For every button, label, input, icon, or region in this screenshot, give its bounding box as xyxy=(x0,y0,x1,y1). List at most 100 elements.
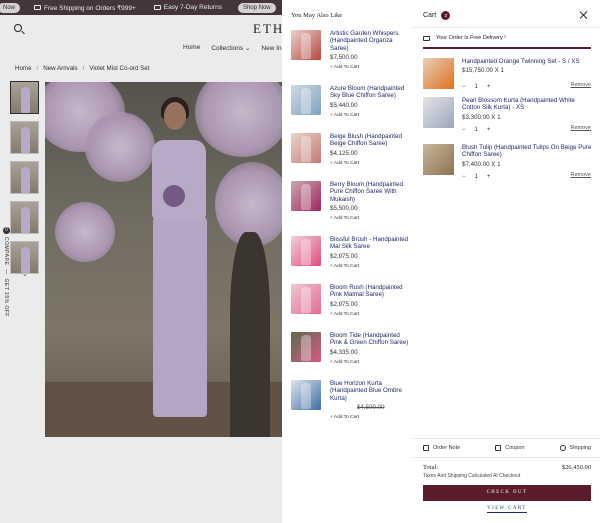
recommendation-price: $5,500.00 xyxy=(330,205,410,212)
cart-item-info: Handpainted Orange Twinning Set - S / XS… xyxy=(462,58,592,74)
recommendation-current-price: $4,335.00 xyxy=(330,348,358,356)
cart-item-image[interactable] xyxy=(423,97,454,128)
recommendation-price: $2,975.00 xyxy=(330,301,410,308)
add-to-cart-button[interactable]: + Add To Cart xyxy=(330,216,410,221)
add-to-cart-button[interactable]: + Add To Cart xyxy=(330,312,410,317)
quantity-value[interactable]: 1 xyxy=(475,127,478,133)
cart-item-info: Blush Tulip (Handpainted Tulips On Beige… xyxy=(462,144,592,168)
recommendation-price: $4,335.00 xyxy=(330,349,410,356)
free-delivery-progress-fill xyxy=(423,47,591,49)
cart-item-price-qty: $7,400.00 X 1 xyxy=(462,160,501,168)
recommendation-current-price: $4,125.00 xyxy=(330,149,358,157)
remove-item-link[interactable]: Remove xyxy=(571,172,591,178)
cart-title: Cart xyxy=(423,12,437,19)
recommendation-info: Berry Bloom (Handpainted Pure Chiffon Sa… xyxy=(330,181,410,221)
decrease-qty-button[interactable]: − xyxy=(462,127,466,133)
recommendation-info: Beige Blush (Handpainted Beige Chiffon S… xyxy=(330,133,410,166)
add-to-cart-button[interactable]: + Add To Cart xyxy=(330,360,410,365)
total-value: $26,450.00 xyxy=(561,464,591,471)
cart-drawer: Cart 3 Your Order Is Free Delivery ! Han… xyxy=(413,0,600,523)
recommendation-price: $4,500.00 xyxy=(330,404,410,411)
cart-total: Total: $26,450.00 xyxy=(423,464,591,471)
shipping-button[interactable]: Shipping xyxy=(559,445,591,451)
cart-header: Cart 3 xyxy=(423,11,451,20)
recommendation-name[interactable]: Beige Blush (Handpainted Beige Chiffon S… xyxy=(330,133,410,148)
cart-divider xyxy=(413,27,600,28)
checkout-button[interactable]: CHECK OUT xyxy=(423,485,591,501)
increase-qty-button[interactable]: + xyxy=(487,127,491,133)
recommendation-current-price: $5,500.00 xyxy=(330,204,358,212)
recommendation-image[interactable] xyxy=(291,133,321,163)
shipping-icon xyxy=(559,445,566,451)
coupon-icon xyxy=(495,445,502,451)
quantity-stepper: − 1 + xyxy=(462,174,490,180)
free-delivery-progress xyxy=(423,47,591,49)
recommendation-image[interactable] xyxy=(291,332,321,362)
view-cart-link[interactable]: VIEW CART xyxy=(423,506,591,513)
increase-qty-button[interactable]: + xyxy=(487,84,491,90)
coupon-button[interactable]: Coupon xyxy=(495,445,525,451)
recommendation-name[interactable]: Bloom Tide (Handpainted Pink & Green Chi… xyxy=(330,332,410,347)
total-label: Total: xyxy=(423,464,439,471)
cart-line-item: Handpainted Orange Twinning Set - S / XS… xyxy=(423,58,593,98)
recommendation-name[interactable]: Artistic Garden Whispers (Handpainted Or… xyxy=(330,30,410,52)
cart-item-name[interactable]: Pearl Blossom Kurta (Handpainted White C… xyxy=(462,97,592,112)
cart-line-item: Blush Tulip (Handpainted Tulips On Beige… xyxy=(423,144,593,184)
free-delivery-text: Your Order Is Free Delivery ! xyxy=(436,35,506,41)
recommendation-info: Bloom Tide (Handpainted Pink & Green Chi… xyxy=(330,332,410,365)
recommendation-info: Azure Bloom (Handpainted Sky Blue Chiffo… xyxy=(330,85,410,118)
cart-divider xyxy=(413,438,600,439)
recommendation-info: Blissful Brush - Handpainted Mal Silk Sa… xyxy=(330,236,410,269)
cart-item-image[interactable] xyxy=(423,144,454,175)
remove-item-link[interactable]: Remove xyxy=(571,82,591,88)
cart-count-badge: 3 xyxy=(441,11,451,20)
recommendation-name[interactable]: Blue Horizon Kurta (Handpainted Blue Omb… xyxy=(330,380,410,402)
recommendation-info: Artistic Garden Whispers (Handpainted Or… xyxy=(330,30,410,70)
close-icon[interactable] xyxy=(580,11,588,19)
add-to-cart-button[interactable]: + Add To Cart xyxy=(330,113,410,118)
cart-line-item: Pearl Blossom Kurta (Handpainted White C… xyxy=(423,97,593,137)
add-to-cart-button[interactable]: + Add To Cart xyxy=(330,161,410,166)
add-to-cart-button[interactable]: + Add To Cart xyxy=(330,264,410,269)
recommendation-image[interactable] xyxy=(291,181,321,211)
recommendation-price: $4,125.00 xyxy=(330,150,410,157)
recommendation-price: $5,440.00 xyxy=(330,102,410,109)
recommendation-image[interactable] xyxy=(291,30,321,60)
add-to-cart-button[interactable]: + Add To Cart xyxy=(330,415,410,420)
decrease-qty-button[interactable]: − xyxy=(462,174,466,180)
remove-item-link[interactable]: Remove xyxy=(571,125,591,131)
recommendation-old-price: $4,500.00 xyxy=(357,403,385,411)
recommendation-name[interactable]: Blissful Brush - Handpainted Mal Silk Sa… xyxy=(330,236,410,251)
cart-item-name[interactable]: Blush Tulip (Handpainted Tulips On Beige… xyxy=(462,144,592,159)
recommendation-current-price: $7,500.00 xyxy=(330,53,358,61)
tax-note: Taxes And Shipping Calculated At Checkou… xyxy=(423,473,521,479)
cart-item-name[interactable]: Handpainted Orange Twinning Set - S / XS xyxy=(462,58,592,65)
add-to-cart-button[interactable]: + Add To Cart xyxy=(330,65,410,70)
quantity-value[interactable]: 1 xyxy=(475,174,478,180)
cart-item-info: Pearl Blossom Kurta (Handpainted White C… xyxy=(462,97,592,121)
recommendation-name[interactable]: Azure Bloom (Handpainted Sky Blue Chiffo… xyxy=(330,85,410,100)
recommendation-image[interactable] xyxy=(291,85,321,115)
recommendation-name[interactable]: Berry Bloom (Handpainted Pure Chiffon Sa… xyxy=(330,181,410,203)
recommendation-image[interactable] xyxy=(291,236,321,266)
truck-icon xyxy=(423,35,430,41)
cart-actions: Order Note Coupon Shipping xyxy=(423,445,591,451)
recommendation-info: Blue Horizon Kurta (Handpainted Blue Omb… xyxy=(330,380,410,420)
recommendations-title: You May Also Like xyxy=(291,12,343,19)
view-cart-label: VIEW CART xyxy=(487,506,527,513)
decrease-qty-button[interactable]: − xyxy=(462,84,466,90)
increase-qty-button[interactable]: + xyxy=(487,174,491,180)
order-note-button[interactable]: Order Note xyxy=(423,445,460,451)
shipping-label: Shipping xyxy=(569,445,591,451)
coupon-label: Coupon xyxy=(505,445,525,451)
recommendation-image[interactable] xyxy=(291,284,321,314)
recommendation-current-price: $2,975.00 xyxy=(330,252,358,260)
cart-item-image[interactable] xyxy=(423,58,454,89)
recommendation-name[interactable]: Bloom Rush (Handpainted Pink Malmal Sare… xyxy=(330,284,410,299)
free-delivery-notice: Your Order Is Free Delivery ! xyxy=(423,35,506,41)
note-icon xyxy=(423,445,429,451)
recommendation-image[interactable] xyxy=(291,380,321,410)
cart-divider xyxy=(413,457,600,458)
order-note-label: Order Note xyxy=(433,445,461,451)
quantity-value[interactable]: 1 xyxy=(475,84,478,90)
